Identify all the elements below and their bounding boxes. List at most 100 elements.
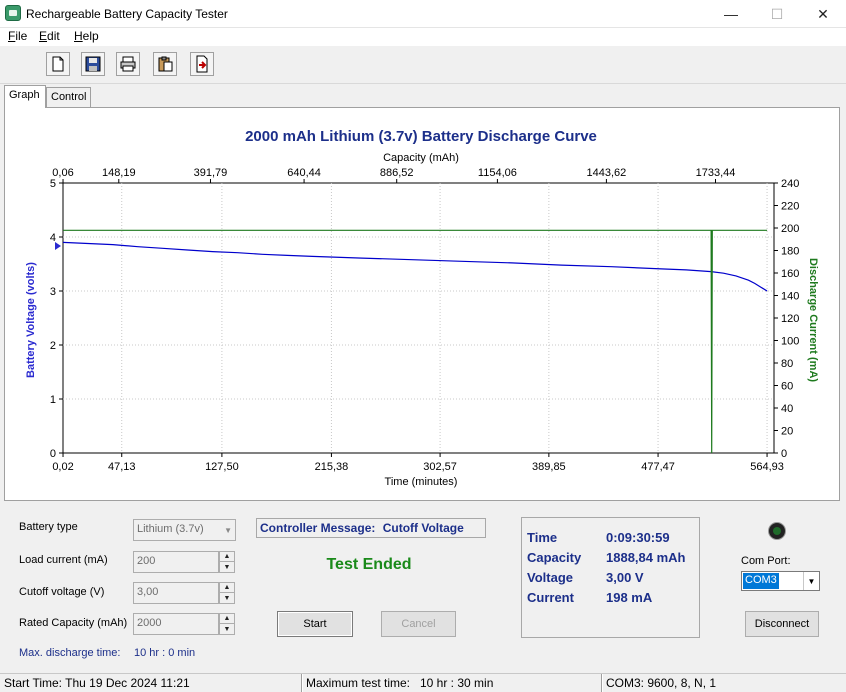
new-document-icon	[52, 56, 64, 72]
y2-tick-label: 200	[781, 223, 799, 235]
disconnect-button[interactable]: Disconnect	[745, 611, 819, 637]
menu-edit[interactable]: Edit	[39, 29, 60, 43]
load-current-field[interactable]: 200	[133, 551, 219, 573]
rated-capacity-spinner[interactable]: ▲ ▼	[219, 613, 235, 635]
capacity-value: 1888,84 mAh	[606, 550, 686, 565]
time-value: 0:09:30:59	[606, 530, 670, 545]
load-current-label: Load current (mA)	[19, 554, 108, 566]
y2-tick-label: 180	[781, 246, 799, 258]
x2-tick-label: 640,44	[287, 167, 321, 179]
tab-control[interactable]: Control	[46, 87, 91, 107]
chart-current-axis-label: Discharge Current (mA)	[807, 258, 819, 382]
menu-edit-label: dit	[47, 29, 60, 43]
y2-tick-label: 100	[781, 336, 799, 348]
com-port-value: COM3	[743, 573, 779, 589]
x-tick-label: 47,13	[108, 461, 136, 473]
load-current-spinner[interactable]: ▲ ▼	[219, 551, 235, 573]
voltage-value: 3,00 V	[606, 570, 644, 585]
y2-tick-label: 20	[781, 426, 793, 438]
y2-tick-label: 60	[781, 381, 793, 393]
status-start-time: Start Time: Thu 19 Dec 2024 11:21	[4, 676, 190, 690]
spin-down-icon[interactable]: ▼	[220, 624, 234, 634]
status-max-test-label: Maximum test time:	[306, 676, 411, 690]
spin-up-icon[interactable]: ▲	[220, 552, 234, 562]
status-divider	[301, 674, 303, 692]
print-button[interactable]	[116, 52, 140, 76]
status-max-test-value: 10 hr : 30 min	[420, 676, 494, 690]
spin-down-icon[interactable]: ▼	[220, 562, 234, 572]
x-tick-label: 564,93	[750, 461, 784, 473]
x2-tick-label: 1733,44	[696, 167, 736, 179]
x-tick-label: 477,47	[641, 461, 675, 473]
time-label: Time	[527, 530, 558, 545]
current-label: Current	[527, 590, 574, 605]
rated-capacity-label: Rated Capacity (mAh)	[19, 617, 128, 629]
x-tick-label: 0,02	[52, 461, 73, 473]
x2-tick-label: 1443,62	[587, 167, 627, 179]
tab-graph[interactable]: Graph	[4, 85, 46, 108]
spin-down-icon[interactable]: ▼	[220, 593, 234, 603]
y-tick-label: 3	[50, 286, 56, 298]
export-icon	[196, 55, 208, 73]
spin-up-icon[interactable]: ▲	[220, 614, 234, 624]
start-button[interactable]: Start	[277, 611, 353, 637]
connection-indicator-icon	[768, 522, 786, 540]
chevron-down-icon: ▼	[224, 526, 232, 535]
rated-capacity-field[interactable]: 2000	[133, 613, 219, 635]
menu-file[interactable]: File	[8, 29, 27, 43]
test-status: Test Ended	[326, 556, 412, 573]
paste-button[interactable]	[153, 52, 177, 76]
controller-message-label: Controller Message:	[260, 521, 376, 535]
chart-title: 2000 mAh Lithium (3.7v) Battery Discharg…	[245, 128, 597, 145]
y-tick-label: 1	[50, 394, 56, 406]
current-value: 198 mA	[606, 590, 653, 605]
maximize-button[interactable]: ☐	[754, 0, 800, 28]
y2-tick-label: 220	[781, 201, 799, 213]
controller-message-box: Controller Message: Cutoff Voltage	[256, 518, 486, 538]
y2-tick-label: 240	[781, 178, 799, 190]
minimize-button[interactable]: —	[708, 0, 754, 28]
current-series-line	[63, 229, 768, 454]
x-tick-label: 389,85	[532, 461, 566, 473]
chart-time-axis-label: Time (minutes)	[385, 476, 458, 488]
controller-message: Cutoff Voltage	[382, 521, 464, 535]
x-tick-label: 215,38	[315, 461, 349, 473]
export-button[interactable]	[190, 52, 214, 76]
close-button[interactable]: ✕	[800, 0, 846, 28]
battery-type-select[interactable]: Lithium (3.7v) ▼	[133, 519, 236, 541]
discharge-chart: 2000 mAh Lithium (3.7v) Battery Discharg…	[25, 128, 819, 488]
x2-tick-label: 391,79	[194, 167, 228, 179]
y-tick-label: 2	[50, 340, 56, 352]
indicator-led	[773, 527, 781, 535]
y2-tick-label: 80	[781, 358, 793, 370]
cutoff-voltage-label: Cutoff voltage (V)	[19, 586, 105, 598]
battery-type-label: Battery type	[19, 521, 78, 533]
y2-tick-label: 40	[781, 403, 793, 415]
menu-help-label: elp	[82, 29, 99, 43]
status-divider	[601, 674, 603, 692]
chart-capacity-axis-label: Capacity (mAh)	[383, 152, 459, 164]
status-port-info: COM3: 9600, 8, N, 1	[606, 676, 717, 690]
y2-tick-label: 160	[781, 268, 799, 280]
chevron-down-icon: ▼	[803, 572, 819, 590]
spin-up-icon[interactable]: ▲	[220, 583, 234, 593]
y2-tick-label: 140	[781, 291, 799, 303]
new-button[interactable]	[46, 52, 70, 76]
y2-tick-label: 0	[781, 448, 787, 460]
com-port-select[interactable]: COM3 ▼	[741, 571, 820, 591]
cutoff-voltage-spinner[interactable]: ▲ ▼	[219, 582, 235, 604]
menu-edit-key: E	[39, 29, 48, 43]
paste-icon	[158, 56, 173, 72]
cutoff-voltage-field[interactable]: 3,00	[133, 582, 219, 604]
app-icon	[5, 5, 21, 21]
cancel-button[interactable]: Cancel	[381, 611, 456, 637]
save-icon	[85, 56, 101, 72]
save-button[interactable]	[81, 52, 105, 76]
voltage-series-line	[62, 241, 768, 292]
x2-tick-label: 148,19	[102, 167, 136, 179]
x-tick-label: 127,50	[205, 461, 239, 473]
window-title: Rechargeable Battery Capacity Tester	[26, 7, 228, 21]
voltage-marker-icon	[55, 242, 61, 250]
menu-help[interactable]: Help	[74, 29, 99, 43]
chart-voltage-axis-label: Battery Voltage (volts)	[25, 262, 37, 378]
